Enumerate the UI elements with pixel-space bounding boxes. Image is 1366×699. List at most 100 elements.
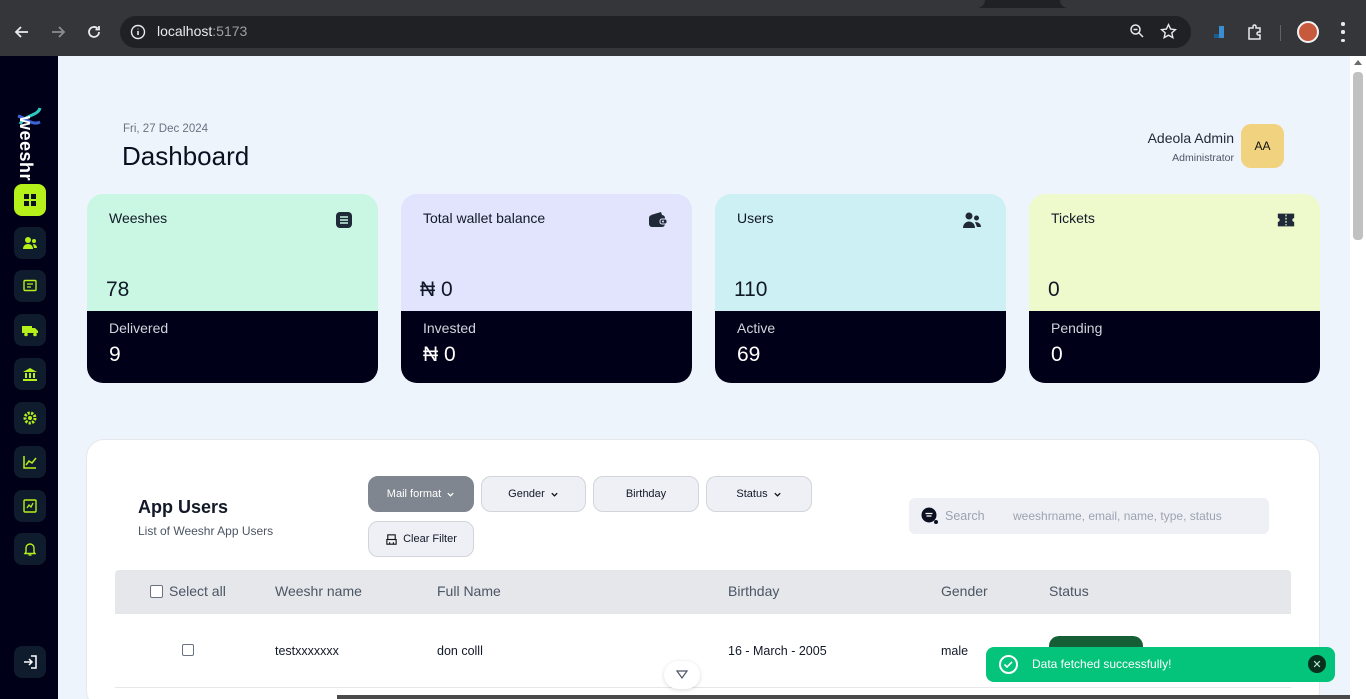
url-text[interactable]: localhost:5173 [157, 23, 247, 39]
weeshr-logo[interactable]: weeshr [6, 86, 52, 181]
birthday-filter-button[interactable]: Birthday [593, 476, 699, 512]
card-wallet-balance[interactable]: Total wallet balance ₦ 0 Invested ₦ 0 [401, 194, 692, 383]
horizontal-scrollbar[interactable] [337, 695, 1350, 699]
scroll-down-button[interactable] [664, 661, 700, 689]
back-icon[interactable] [10, 20, 34, 44]
check-circle-icon [999, 655, 1018, 674]
search-input[interactable] [1013, 501, 1259, 531]
avatar[interactable]: AA [1241, 124, 1284, 168]
card-value: 110 [734, 278, 768, 301]
extension-icon[interactable] [1207, 20, 1231, 44]
url-port: :5173 [212, 23, 248, 39]
bookmark-star-icon[interactable] [1160, 22, 1177, 44]
card-value: ₦ 0 [420, 278, 453, 301]
panel-subtitle: List of Weeshr App Users [138, 524, 274, 538]
ticket-icon [1276, 210, 1296, 230]
notifications-icon [23, 543, 37, 556]
cell-birthday: 16 - March - 2005 [728, 644, 827, 658]
browser-menu-icon[interactable] [1340, 22, 1346, 42]
card-bottom: Invested ₦ 0 [401, 311, 692, 383]
card-bottom: Delivered 9 [87, 311, 378, 383]
search-box[interactable]: Search [909, 498, 1269, 534]
card-top: Total wallet balance ₦ 0 [401, 194, 692, 311]
reload-icon[interactable] [82, 20, 106, 44]
card-label: Total wallet balance [423, 210, 546, 226]
column-status: Status [1049, 583, 1089, 599]
toolbar-divider [1280, 25, 1281, 41]
card-subvalue: ₦ 0 [423, 343, 456, 366]
sidebar-item-analytics[interactable] [14, 446, 46, 478]
sidebar-item-settings[interactable] [14, 402, 46, 434]
reports-icon [23, 499, 37, 513]
gender-filter-button[interactable]: Gender [481, 476, 586, 512]
card-label: Users [737, 210, 774, 226]
toast-message: Data fetched successfully! [1032, 657, 1172, 671]
card-top: Users 110 [715, 194, 1006, 311]
wallet-icon [648, 210, 668, 230]
extensions-puzzle-icon[interactable] [1243, 20, 1267, 44]
row-checkbox[interactable] [182, 644, 194, 656]
zoom-icon[interactable] [1129, 23, 1145, 43]
close-icon[interactable]: ✕ [1308, 655, 1326, 673]
card-subvalue: 69 [737, 343, 761, 366]
scroll-up-arrow-icon[interactable] [1354, 60, 1362, 65]
sidebar-item-users[interactable] [14, 227, 46, 259]
bank-icon [23, 368, 37, 381]
card-sublabel: Invested [423, 320, 476, 336]
card-label: Tickets [1051, 210, 1095, 226]
vertical-scrollbar[interactable] [1350, 56, 1366, 699]
card-sublabel: Delivered [109, 320, 169, 336]
delivery-truck-icon [22, 326, 38, 337]
card-value: 78 [106, 278, 130, 301]
success-toast: Data fetched successfully! ✕ [986, 647, 1335, 682]
sidebar-item-bank[interactable] [14, 358, 46, 390]
logo-text: weeshr [16, 116, 36, 182]
status-label: Status [736, 488, 768, 500]
sidebar-item-notifications[interactable] [14, 533, 46, 565]
main-content: Fri, 27 Dec 2024 Dashboard Adeola Admin … [58, 56, 1350, 699]
card-weeshes[interactable]: Weeshes 78 Delivered 9 [87, 194, 378, 383]
clear-filter-label: Clear Filter [403, 533, 457, 545]
chevron-down-icon [551, 492, 558, 497]
mail-format-filter-button[interactable]: Mail format [368, 476, 474, 512]
site-info-icon[interactable] [128, 22, 148, 42]
browser-tab[interactable] [1060, 0, 1366, 8]
clear-filter-button[interactable]: Clear Filter [368, 521, 474, 557]
card-top: Tickets 0 [1029, 194, 1320, 311]
card-sublabel: Pending [1051, 320, 1103, 336]
analytics-icon [23, 456, 37, 469]
column-select-all[interactable]: Select all [169, 583, 226, 599]
panel-title: App Users [138, 497, 229, 517]
card-value: 0 [1048, 278, 1060, 301]
sidebar-item-dashboard[interactable] [14, 184, 46, 216]
sidebar: weeshr [0, 56, 58, 699]
sidebar-item-messages[interactable] [14, 270, 46, 302]
current-date: Fri, 27 Dec 2024 [123, 123, 209, 135]
status-filter-button[interactable]: Status [706, 476, 812, 512]
column-weeshr-name: Weeshr name [275, 583, 362, 599]
filter-search-icon [921, 507, 938, 524]
sidebar-item-logout[interactable] [14, 646, 46, 678]
sidebar-item-reports[interactable] [14, 490, 46, 522]
table-header: Select all Weeshr name Full Name Birthda… [115, 570, 1291, 614]
address-bar[interactable]: localhost:5173 [120, 16, 1191, 48]
cell-full-name: don colll [437, 644, 483, 658]
select-all-checkbox[interactable] [150, 585, 163, 598]
card-tickets[interactable]: Tickets 0 Pending 0 [1029, 194, 1320, 383]
scrollbar-thumb[interactable] [1353, 72, 1363, 240]
card-sublabel: Active [737, 320, 776, 336]
users-icon [962, 210, 982, 230]
settings-icon [23, 411, 37, 425]
profile-avatar[interactable] [1297, 21, 1319, 43]
card-users[interactable]: Users 110 Active 69 [715, 194, 1006, 383]
user-name[interactable]: Adeola Admin [1148, 130, 1234, 146]
forward-icon[interactable] [46, 20, 70, 44]
browser-toolbar: localhost:5173 [0, 8, 1366, 56]
logout-icon [24, 655, 37, 669]
mail-format-label: Mail format [386, 488, 442, 500]
card-subvalue: 9 [109, 343, 121, 366]
sidebar-item-delivery[interactable] [14, 314, 46, 346]
card-subvalue: 0 [1051, 343, 1063, 366]
browser-tab-active[interactable] [0, 0, 985, 8]
search-label: Search [945, 509, 985, 523]
